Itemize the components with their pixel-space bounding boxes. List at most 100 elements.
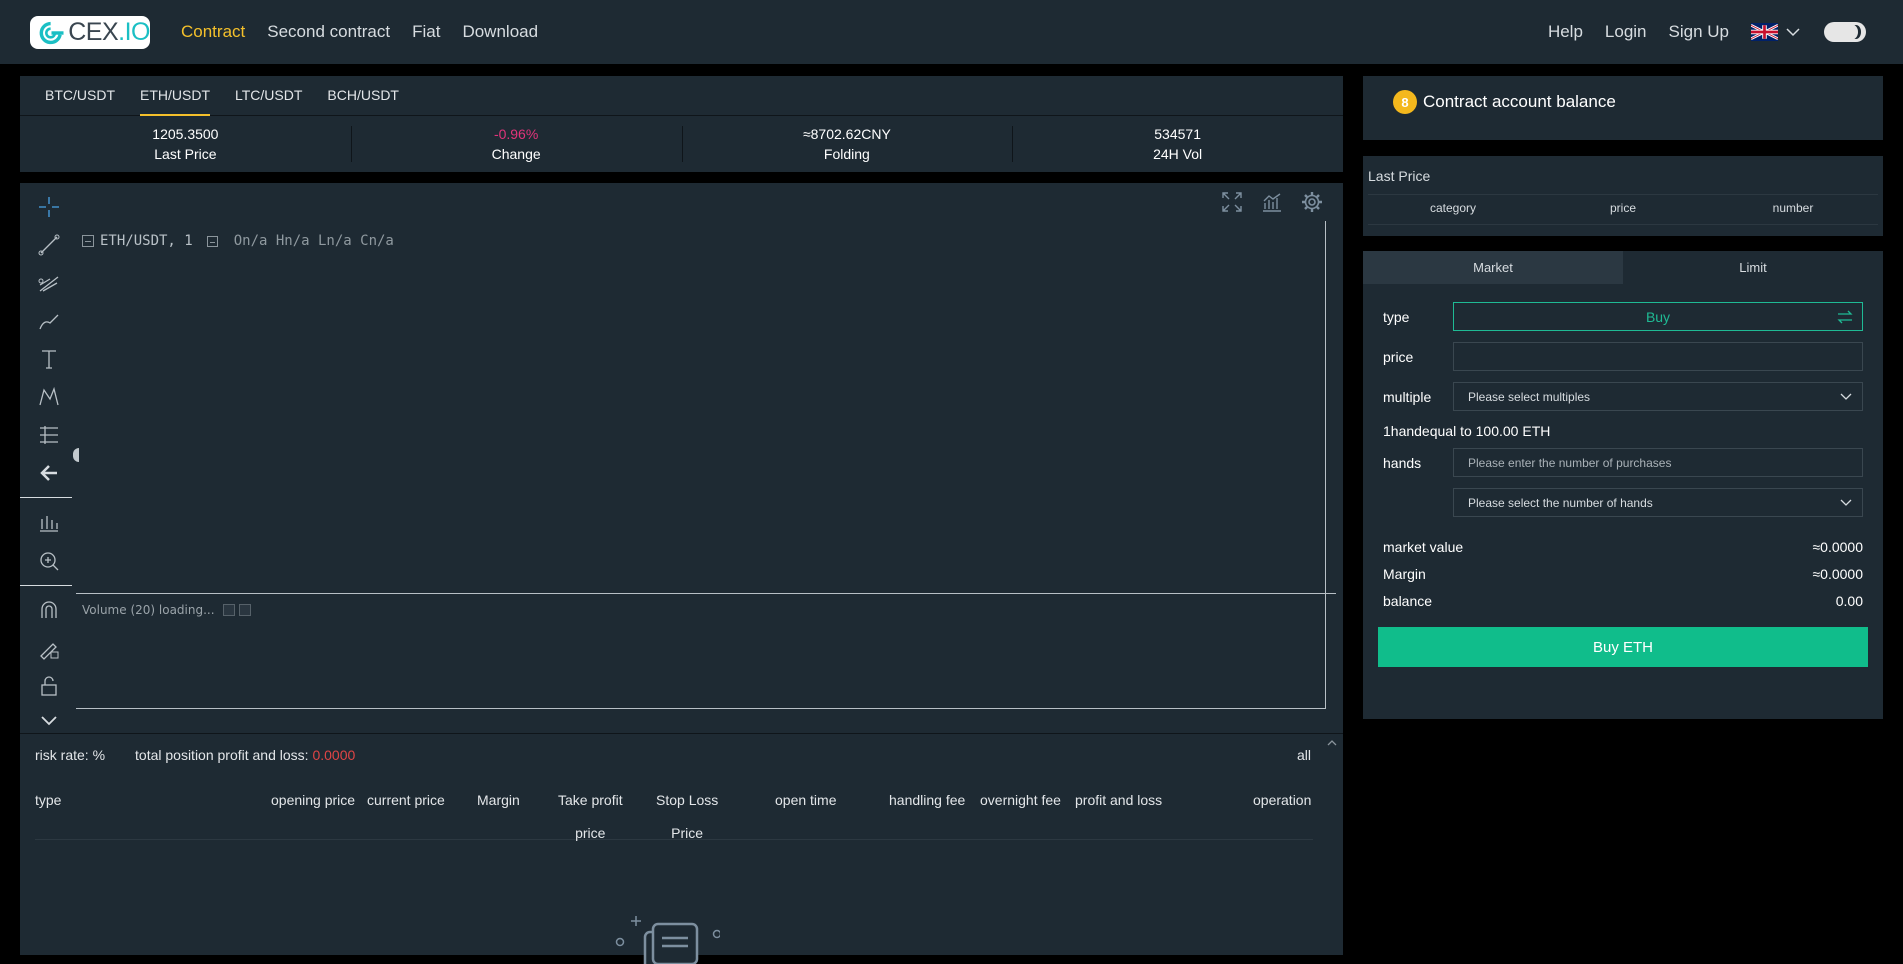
- hands-select-row: Please select the number of hands: [1383, 488, 1863, 517]
- uk-flag-icon[interactable]: [1751, 23, 1778, 41]
- coin-icon: 8: [1393, 90, 1417, 114]
- lock-drawings-icon[interactable]: [35, 634, 63, 662]
- main-nav: Contract Second contract Fiat Download: [181, 0, 538, 64]
- col-stop-loss: Stop Loss Price: [656, 792, 719, 841]
- col-type: type: [35, 792, 62, 808]
- all-positions-link[interactable]: all: [1297, 747, 1311, 763]
- nav-fiat[interactable]: Fiat: [412, 22, 440, 42]
- volume-label: Volume (20) loading...: [82, 603, 215, 617]
- buy-sell-toggle[interactable]: Buy: [1453, 302, 1863, 331]
- positions-summary: risk rate: % total position profit and l…: [35, 747, 355, 763]
- collapse-legend-icon[interactable]: [82, 235, 94, 247]
- fib-tool-icon[interactable]: [35, 269, 63, 297]
- chart-legend: ETH/USDT, 1 On/a Hn/a Ln/a Cn/a: [82, 233, 394, 249]
- logo-mark-icon: [39, 21, 64, 44]
- divider: [1368, 224, 1878, 225]
- last-price-columns: category price number: [1368, 201, 1878, 215]
- price-label: price: [1383, 348, 1414, 365]
- pattern-tool-icon[interactable]: [35, 383, 63, 411]
- hands-input[interactable]: [1468, 455, 1862, 470]
- buy-eth-button[interactable]: Buy ETH: [1378, 627, 1868, 667]
- risk-rate: risk rate: %: [35, 747, 106, 763]
- chevron-down-icon: [1840, 393, 1852, 400]
- divider: [1368, 194, 1878, 195]
- signup-link[interactable]: Sign Up: [1669, 22, 1729, 42]
- pair-tab-bch[interactable]: BCH/USDT: [327, 76, 399, 116]
- hand-info: 1handequal to 100.00 ETH: [1383, 423, 1551, 439]
- magnet-icon[interactable]: [35, 596, 63, 624]
- pair-tab-btc[interactable]: BTC/USDT: [45, 76, 115, 116]
- col-open-time: open time: [775, 792, 837, 808]
- measure-tool-icon[interactable]: [35, 421, 63, 449]
- nav-second-contract[interactable]: Second contract: [267, 22, 390, 42]
- volume-settings-icon[interactable]: [222, 604, 235, 616]
- toolbar-expand-chevron-icon[interactable]: [35, 706, 63, 734]
- multiple-select[interactable]: Please select multiples: [1453, 382, 1863, 411]
- zoom-in-icon[interactable]: [35, 547, 63, 575]
- col-price: price: [1609, 201, 1636, 215]
- multiple-label: multiple: [1383, 388, 1432, 405]
- total-pnl: total position profit and loss: 0.0000: [135, 747, 356, 763]
- col-category: category: [1429, 201, 1477, 215]
- order-form-panel: Market Limit type Buy price multiple Ple…: [1363, 251, 1883, 719]
- collapse-up-icon[interactable]: [1327, 738, 1337, 748]
- chart-top-tools: [1221, 191, 1323, 213]
- fullscreen-icon[interactable]: [1221, 191, 1243, 213]
- ticker-stats: 1205.3500 Last Price -0.96% Change ≈8702.6…: [20, 116, 1343, 172]
- toolbar-divider: [20, 497, 72, 498]
- multiple-row: multiple Please select multiples: [1383, 382, 1863, 411]
- chart-panel: ETH/USDT, 1 On/a Hn/a Ln/a Cn/a Volume (…: [20, 183, 1343, 733]
- last-price-panel: Last Price category price number: [1363, 156, 1883, 236]
- pair-tabs: BTC/USDT ETH/USDT LTC/USDT BCH/USDT: [20, 76, 1343, 116]
- nav-contract[interactable]: Contract: [181, 22, 245, 42]
- cex-io-logo[interactable]: CEX.IO: [30, 16, 151, 49]
- swap-arrows-icon[interactable]: [1836, 308, 1854, 326]
- chart-ohlc: On/a Hn/a Ln/a Cn/a: [233, 233, 394, 249]
- col-number: number: [1772, 201, 1814, 215]
- price-chart-canvas[interactable]: [76, 221, 1326, 709]
- trend-line-icon[interactable]: [35, 231, 63, 259]
- arrow-left-icon[interactable]: [35, 459, 63, 487]
- tab-market[interactable]: Market: [1363, 251, 1623, 284]
- header-right: Help Login Sign Up: [1548, 0, 1903, 64]
- indicators-icon[interactable]: [1261, 191, 1283, 213]
- top-header: CEX.IO Contract Second contract Fiat Dow…: [0, 0, 1903, 64]
- unlock-icon[interactable]: [35, 672, 63, 700]
- legend-settings-icon[interactable]: [206, 235, 218, 247]
- col-operation: operation: [1253, 792, 1312, 808]
- col-profit-and-loss: profit and loss: [1075, 792, 1163, 808]
- brush-icon[interactable]: [35, 307, 63, 335]
- indicator-templates-icon[interactable]: [35, 509, 63, 537]
- pair-tab-ltc[interactable]: LTC/USDT: [235, 76, 302, 116]
- settings-gear-icon[interactable]: [1301, 191, 1323, 213]
- crosshair-icon[interactable]: [35, 193, 63, 221]
- stat-24h-vol: 534571 24H Vol: [1012, 116, 1343, 172]
- type-label: type: [1383, 308, 1410, 325]
- help-link[interactable]: Help: [1548, 22, 1583, 42]
- col-current-price: current price: [367, 792, 445, 808]
- tab-limit[interactable]: Limit: [1623, 251, 1883, 284]
- balance-row: balance 0.00: [1383, 593, 1863, 609]
- col-overnight-fee: overnight fee: [980, 792, 1061, 808]
- type-row: type Buy: [1383, 302, 1863, 331]
- empty-records-icon: [615, 916, 720, 964]
- pair-tab-eth[interactable]: ETH/USDT: [140, 76, 210, 116]
- hands-select[interactable]: Please select the number of hands: [1453, 488, 1863, 517]
- volume-pane-divider[interactable]: [76, 593, 1336, 594]
- price-input-wrapper: [1453, 342, 1863, 371]
- text-tool-icon[interactable]: [35, 345, 63, 373]
- toolbar-divider: [20, 585, 72, 586]
- login-link[interactable]: Login: [1605, 22, 1647, 42]
- nav-download[interactable]: Download: [462, 22, 538, 42]
- col-take-profit: Take profit price: [558, 792, 623, 841]
- account-balance-panel: 8 Contract account balance: [1363, 76, 1883, 140]
- theme-toggle[interactable]: [1824, 22, 1866, 42]
- price-input[interactable]: [1468, 349, 1862, 364]
- hands-label: hands: [1383, 454, 1422, 471]
- order-type-tabs: Market Limit: [1363, 251, 1883, 284]
- chart-symbol: ETH/USDT, 1: [100, 233, 193, 249]
- col-handling-fee: handling fee: [889, 792, 966, 808]
- volume-close-icon[interactable]: [238, 604, 251, 616]
- col-margin: Margin: [477, 792, 520, 808]
- language-chevron-down-icon[interactable]: [1786, 27, 1800, 37]
